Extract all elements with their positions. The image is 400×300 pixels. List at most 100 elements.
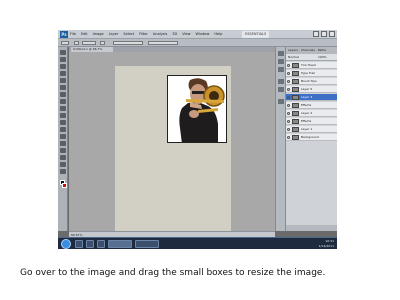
window-controls	[313, 31, 335, 37]
tab-paths[interactable]: Paths	[318, 47, 326, 54]
eraser-tool-icon[interactable]	[60, 120, 66, 125]
layer-row[interactable]: Layer 2	[286, 110, 337, 117]
layer-name: Layer 1	[301, 127, 313, 131]
layer-row[interactable]: Brush Tips	[286, 78, 337, 85]
tool-options-bar	[58, 39, 337, 47]
auto-select-checkbox[interactable]	[74, 41, 79, 45]
menu-help[interactable]: Help	[214, 31, 222, 38]
menu-filter[interactable]: Filter	[139, 31, 148, 38]
layer-thumbnail	[292, 87, 299, 92]
dodge-tool-icon[interactable]	[60, 141, 66, 146]
visibility-eye-icon[interactable]	[287, 136, 290, 139]
background-color-swatch[interactable]	[62, 183, 67, 188]
visibility-eye-icon[interactable]	[287, 96, 290, 99]
menu-edit[interactable]: Edit	[81, 31, 88, 38]
visibility-eye-icon[interactable]	[287, 120, 290, 123]
trombone-player-photo[interactable]	[167, 75, 227, 143]
pen-tool-icon[interactable]	[60, 148, 66, 153]
layer-name: Effects	[301, 103, 312, 107]
healing-brush-tool-icon[interactable]	[60, 92, 66, 97]
blend-mode-dropdown[interactable]: Normal	[288, 55, 299, 60]
history-brush-tool-icon[interactable]	[60, 113, 66, 118]
menu-layer[interactable]: Layer	[109, 31, 119, 38]
workspace-switcher[interactable]: ESSENTIALS	[242, 31, 270, 38]
layer-row[interactable]: Tire Tread	[286, 62, 337, 69]
collapsed-panels-dock	[275, 47, 285, 231]
layer-panel-buttons[interactable]	[286, 225, 337, 231]
layer-thumbnail	[292, 63, 299, 68]
menu-image[interactable]: Image	[93, 31, 104, 38]
tab-channels[interactable]: Channels	[301, 47, 315, 54]
system-clock[interactable]: 10:31 1/14/2011	[319, 239, 334, 249]
brush-tool-icon[interactable]	[60, 99, 66, 104]
taskbar-photoshop-button[interactable]	[108, 240, 132, 248]
layer-name: Type Trail	[301, 71, 315, 75]
visibility-eye-icon[interactable]	[287, 88, 290, 91]
history-panel-icon[interactable]	[278, 99, 284, 104]
auto-select-dropdown[interactable]	[82, 41, 96, 45]
photoshop-logo: Ps	[60, 31, 68, 38]
visibility-eye-icon[interactable]	[287, 72, 290, 75]
layer-thumbnail	[292, 95, 299, 100]
menu-window[interactable]: Window	[196, 31, 210, 38]
menu-3d[interactable]: 3D	[172, 31, 177, 38]
taskbar-explorer-button[interactable]	[86, 240, 94, 248]
menu-select[interactable]: Select	[123, 31, 134, 38]
adjustments-panel-icon[interactable]	[278, 79, 284, 84]
styles-panel-icon[interactable]	[278, 67, 284, 72]
layer-row[interactable]: Effects	[286, 102, 337, 109]
distribute-buttons[interactable]	[148, 41, 178, 45]
layer-name: Layer 3	[301, 95, 313, 99]
tab-layers[interactable]: Layers	[288, 47, 298, 54]
start-button[interactable]	[61, 239, 71, 249]
taskbar-media-button[interactable]	[97, 240, 105, 248]
document-canvas[interactable]	[115, 66, 231, 231]
layer-thumbnail	[292, 127, 299, 132]
visibility-eye-icon[interactable]	[287, 80, 290, 83]
show-transform-controls-checkbox[interactable]	[100, 41, 105, 45]
tools-panel	[58, 47, 68, 231]
opacity-field[interactable]: 100%	[318, 55, 327, 60]
crop-tool-icon[interactable]	[60, 78, 66, 83]
minimize-button[interactable]	[313, 31, 319, 37]
taskbar-ie-button[interactable]	[75, 240, 83, 248]
layer-thumbnail	[292, 71, 299, 76]
marquee-tool-icon[interactable]	[60, 57, 66, 62]
visibility-eye-icon[interactable]	[287, 104, 290, 107]
quick-selection-tool-icon[interactable]	[60, 71, 66, 76]
close-button[interactable]	[329, 31, 335, 37]
layer-row[interactable]: Effects	[286, 118, 337, 125]
eyedropper-tool-icon[interactable]	[60, 85, 66, 90]
visibility-eye-icon[interactable]	[287, 64, 290, 67]
maximize-button[interactable]	[321, 31, 327, 37]
layer-thumbnail	[292, 79, 299, 84]
menu-view[interactable]: View	[182, 31, 190, 38]
layer-row[interactable]: Layer 5	[286, 86, 337, 93]
hand-tool-icon[interactable]	[60, 169, 66, 174]
trombone-player-image	[168, 76, 226, 142]
layer-thumbnail	[292, 111, 299, 116]
gradient-tool-icon[interactable]	[60, 127, 66, 132]
layer-row[interactable]: Layer 1	[286, 126, 337, 133]
masks-panel-icon[interactable]	[278, 87, 284, 92]
align-buttons[interactable]	[113, 41, 143, 45]
swatches-panel-icon[interactable]	[278, 59, 284, 64]
layer-row[interactable]: Layer 3	[286, 94, 337, 101]
visibility-eye-icon[interactable]	[287, 128, 290, 131]
windows-taskbar: 10:31 1/14/2011	[58, 237, 337, 249]
type-tool-icon[interactable]	[60, 155, 66, 160]
menu-file[interactable]: File	[70, 31, 76, 38]
clone-stamp-tool-icon[interactable]	[60, 106, 66, 111]
tool-preset-picker[interactable]	[61, 41, 69, 45]
visibility-eye-icon[interactable]	[287, 112, 290, 115]
blur-tool-icon[interactable]	[60, 134, 66, 139]
move-tool-icon[interactable]	[60, 50, 66, 55]
taskbar-document-button[interactable]	[135, 240, 159, 248]
lasso-tool-icon[interactable]	[60, 64, 66, 69]
path-selection-tool-icon[interactable]	[60, 162, 66, 167]
panel-tabs: Layers Channels Paths	[286, 47, 337, 54]
color-panel-icon[interactable]	[278, 51, 284, 56]
layer-row[interactable]: Background	[286, 134, 337, 141]
layer-row[interactable]: Type Trail	[286, 70, 337, 77]
menu-analysis[interactable]: Analysis	[153, 31, 167, 38]
